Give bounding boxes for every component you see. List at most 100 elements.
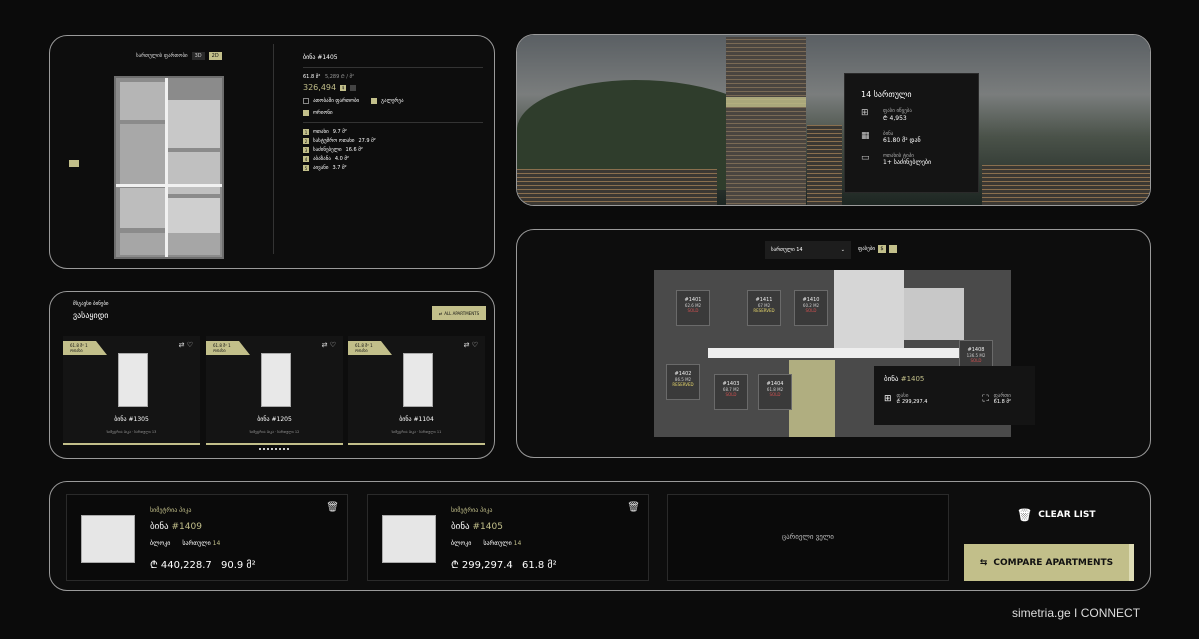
compass-marker	[69, 160, 79, 167]
area-tag: 61.8 მ² 1 ოთახი	[63, 341, 107, 355]
flat-info: ბინა #1405 61.8 მ² 5,289 ₾ / მ² 326,494 …	[303, 54, 483, 174]
apartment-title: ბინა #1405	[451, 522, 503, 532]
clear-list-button[interactable]: 🗑 CLEAR LIST	[1017, 508, 1095, 522]
similar-apartment-card[interactable]: 61.8 მ² 1 ოთახი ⇄ ♡ ბინა #1104 სიმეტრია …	[348, 336, 485, 445]
similar-apartment-card[interactable]: 61.8 მ² 1 ოთახი ⇄ ♡ ბინა #1305 სიმეტრია …	[63, 336, 200, 445]
compare-slot: 🗑 სიმეტრია პიკა ბინა #1409 ბლოკი სართული…	[66, 494, 348, 581]
apartment-sub: სიმეტრია პიკა · სართული 11	[391, 430, 442, 434]
flat-floor-plan	[114, 76, 224, 259]
empty-compare-slot[interactable]: ცარიელი ველი	[667, 494, 949, 581]
building-view-panel: 14 სართული ⊞ ფასი იწყება ₾ 4,953 ▦ ბინა …	[516, 34, 1151, 206]
price-switch-label: ფასები	[858, 246, 875, 252]
similar-apartments-panel: მსგავსი ბინები ვასაყიდი ⇄ ALL APARTMENTS…	[49, 291, 495, 459]
floor-unit[interactable]: #1402 86.5 M2 RESERVED	[666, 364, 700, 400]
plan-toggle: სართულის ფართობი 3D 2D	[136, 52, 222, 60]
apartment-meta: ბლოკი სართული 14	[150, 540, 221, 547]
compare-icon[interactable]: ⇄	[464, 341, 470, 349]
area-value: 61.80 მ² დან	[883, 137, 921, 144]
apartment-name: ბინა #1205	[257, 416, 292, 423]
currency-gel-button[interactable]	[350, 84, 357, 91]
gallery-checkbox-label: გალერეა	[381, 98, 404, 104]
compare-bar: 🗑 სიმეტრია პიკა ბინა #1409 ბლოკი სართული…	[49, 481, 1151, 591]
area-tag: 61.8 მ² 1 ოთახი	[206, 341, 250, 355]
building-tower[interactable]	[726, 37, 806, 205]
floor-title: 14 სართული	[861, 90, 912, 99]
similar-eyebrow: მსგავსი ბინები	[73, 301, 109, 307]
price-switch-toggle[interactable]	[889, 245, 897, 253]
apartment-thumbnail	[261, 353, 291, 407]
orientation-checkbox-label: ორიონი	[313, 110, 333, 116]
gallery-checkbox[interactable]	[371, 98, 378, 104]
room-row: 3 საძინებელი 16.6 მ²	[303, 147, 483, 153]
unit-sold: SOLD	[970, 358, 982, 363]
unit-price: ₾ 299,297.4	[896, 399, 928, 405]
heart-icon[interactable]: ♡	[472, 341, 478, 349]
floor-select-value: სართული 14	[771, 247, 803, 253]
price-switch-button[interactable]: $	[878, 245, 886, 253]
room-number: 3	[303, 147, 309, 153]
room-value: 3.7 მ²	[332, 165, 347, 171]
compare-icon[interactable]: ⇄	[179, 341, 185, 349]
empty-slot-text: ცარიელი ველი	[782, 533, 834, 541]
unit-popup: ბინა #1405 ⊞ ფასი ₾ 299,297.4 ⛶ ფართი 61…	[874, 366, 1035, 425]
currency-button[interactable]: $	[340, 84, 347, 91]
floor-unit[interactable]: #1411 67 M2 RESERVED	[747, 290, 781, 326]
compare-arrows-icon: ⇆	[979, 557, 988, 568]
room-label: სასტუმრო ოთახი	[313, 138, 355, 144]
floor-info-popup: 14 სართული ⊞ ფასი იწყება ₾ 4,953 ▦ ბინა …	[844, 73, 979, 193]
unit-sold: SOLD	[805, 308, 817, 313]
unit-area: 61.8 მ²	[993, 399, 1011, 405]
room-row: 1 ოთახი 9.7 მ²	[303, 129, 483, 135]
orientation-checkbox[interactable]	[303, 110, 309, 116]
floor-unit[interactable]: #1410 60.2 M2 SOLD	[794, 290, 828, 326]
room-value: 27.9 მ²	[358, 138, 376, 144]
trash-icon[interactable]: 🗑	[627, 502, 640, 513]
room-label: ოთახი	[313, 129, 329, 135]
compare-icon[interactable]: ⇄	[322, 341, 328, 349]
selected-floor-highlight[interactable]	[726, 97, 806, 107]
flat-area: 61.8 მ²	[303, 74, 321, 80]
room-value: 16.6 მ²	[345, 147, 363, 153]
room-number: 4	[303, 156, 309, 162]
unit-sold: SOLD	[687, 308, 699, 313]
unit-1405-highlight[interactable]	[789, 360, 835, 437]
similar-apartment-card[interactable]: 61.8 მ² 1 ოთახი ⇄ ♡ ბინა #1205 სიმეტრია …	[206, 336, 343, 445]
heart-icon[interactable]: ♡	[330, 341, 336, 349]
floor-unit[interactable]: #1401 62.6 M2 SOLD	[676, 290, 710, 326]
apartment-price-area: ₾ 299,297.4 61.8 მ²	[451, 560, 557, 571]
area-checkbox-label: ათობაში ფართობი	[313, 98, 360, 104]
heart-icon[interactable]: ♡	[187, 341, 193, 349]
compare-apartments-button[interactable]: ⇆ COMPARE APARTMENTS	[964, 544, 1134, 581]
room-row: 4 აბაზანა 4.0 მ²	[303, 156, 483, 162]
carousel-dots[interactable]	[259, 448, 289, 450]
room-value: 9.7 მ²	[332, 129, 347, 135]
room-number: 1	[303, 129, 309, 135]
trash-icon: 🗑	[1017, 508, 1033, 522]
apartment-meta: ბლოკი სართული 14	[451, 540, 522, 547]
apartment-price-area: ₾ 440,228.7 90.9 მ²	[150, 560, 256, 571]
area-icon: ⛶	[982, 394, 989, 404]
price-value: ₾ 4,953	[883, 115, 907, 122]
toggle-2d-button[interactable]: 2D	[208, 52, 222, 60]
flat-title: ბინა #1405	[303, 54, 338, 61]
unit-status: RESERVED	[672, 382, 694, 387]
floor-unit[interactable]: #1404 61.8 M2 SOLD	[758, 374, 792, 410]
building-icon: ▦	[861, 131, 870, 141]
floor-unit[interactable]: #1403 68.7 M2 SOLD	[714, 374, 748, 410]
floor-select[interactable]: სართული 14 ⌄	[765, 241, 851, 259]
apartment-sub: სიმეტრია პიკა · სართული 12	[249, 430, 300, 434]
room-row: 2 სასტუმრო ოთახი 27.9 მ²	[303, 138, 483, 144]
room-list: 1 ოთახი 9.7 მ² 2 სასტუმრო ოთახი 27.9 მ² 3 …	[303, 129, 483, 171]
all-apartments-button[interactable]: ⇄ ALL APARTMENTS	[432, 306, 486, 320]
room-number: 5	[303, 165, 309, 171]
trash-icon[interactable]: 🗑	[326, 502, 339, 513]
apartment-thumbnail	[118, 353, 148, 407]
room-value: 4.0 მ²	[334, 156, 350, 162]
room-label: საძინებელი	[313, 147, 342, 153]
compare-slot: 🗑 სიმეტრია პიკა ბინა #1405 ბლოკი სართული…	[367, 494, 649, 581]
unit-sold: SOLD	[769, 392, 781, 397]
toggle-3d-button[interactable]: 3D	[191, 52, 205, 60]
unit-sold: SOLD	[725, 392, 737, 397]
area-checkbox[interactable]	[303, 98, 309, 104]
apartment-thumbnail	[403, 353, 433, 407]
